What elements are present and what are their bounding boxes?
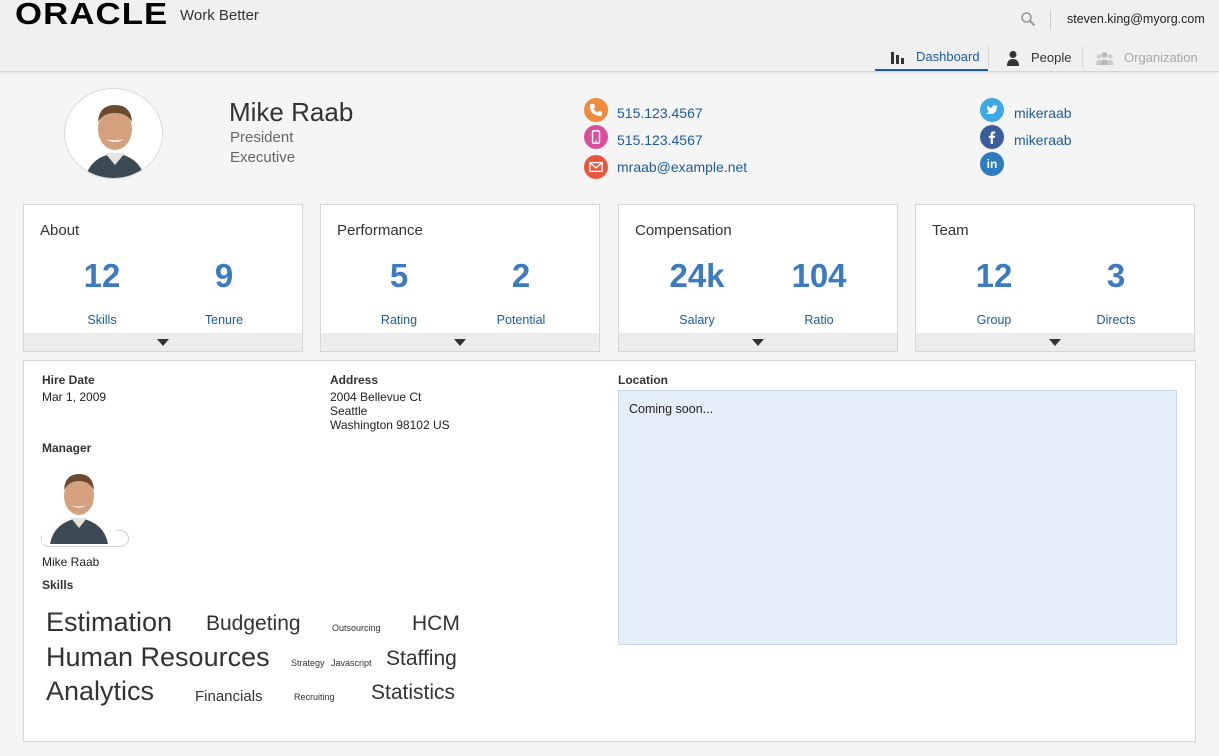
metric-label[interactable]: Group [934, 313, 1054, 327]
linkedin-icon[interactable]: in [980, 152, 1004, 176]
phone-icon [584, 98, 608, 122]
tab-dashboard[interactable]: Dashboard [875, 44, 988, 71]
skill-tag[interactable]: Javascript [331, 658, 372, 668]
skill-tag[interactable]: Statistics [371, 681, 455, 705]
team-card: Team 12 3 Group Directs [915, 204, 1195, 352]
card-title: About [40, 222, 80, 239]
metric-label[interactable]: Salary [637, 313, 757, 327]
expand-button[interactable] [24, 333, 302, 351]
profile-title: President [230, 129, 294, 146]
metric-value[interactable]: 12 [934, 257, 1054, 295]
metric-label[interactable]: Directs [1056, 313, 1176, 327]
profile-avatar [64, 88, 163, 179]
person-icon [1007, 50, 1019, 66]
caret-down-icon [1049, 338, 1061, 346]
metric-label[interactable]: Potential [461, 313, 581, 327]
metric-label[interactable]: Skills [42, 313, 162, 327]
metric-value[interactable]: 104 [759, 257, 879, 295]
phone-link[interactable]: 515.123.4567 [617, 105, 703, 121]
email-icon [584, 155, 608, 179]
caret-down-icon [454, 338, 466, 346]
tab-dashboard-label: Dashboard [916, 49, 980, 64]
skill-tag[interactable]: Analytics [46, 676, 154, 707]
oracle-logo[interactable]: ORACLE [15, 0, 168, 32]
hire-date-value: Mar 1, 2009 [42, 390, 107, 404]
address-line: Washington 98102 US [330, 418, 450, 432]
card-title: Compensation [635, 222, 732, 239]
header-divider [1050, 10, 1051, 30]
metric-label[interactable]: Tenure [164, 313, 284, 327]
mobile-link[interactable]: 515.123.4567 [617, 132, 703, 148]
tab-people-label: People [1031, 50, 1072, 65]
facebook-icon [980, 125, 1004, 149]
address-line: Seattle [330, 404, 368, 418]
metric-label[interactable]: Ratio [759, 313, 879, 327]
skill-tag[interactable]: Outsourcing [332, 623, 381, 633]
facebook-link[interactable]: mikeraab [1014, 132, 1072, 148]
hire-date-label: Hire Date [42, 373, 95, 387]
tab-people[interactable]: People [1005, 44, 1071, 71]
location-map: Coming soon... [618, 390, 1177, 645]
app-header: ORACLE Work Better steven.king@myorg.com… [0, 0, 1219, 72]
tab-organization-label: Organization [1124, 50, 1198, 65]
twitter-icon [980, 98, 1004, 122]
metric-value[interactable]: 24k [637, 257, 757, 295]
compensation-card: Compensation 24k 104 Salary Ratio [618, 204, 898, 352]
tagline: Work Better [180, 7, 259, 24]
metric-value[interactable]: 3 [1056, 257, 1176, 295]
search-icon[interactable] [1020, 11, 1036, 27]
skills-label: Skills [42, 578, 74, 592]
metric-value[interactable]: 5 [339, 257, 459, 295]
caret-down-icon [157, 338, 169, 346]
skill-tag[interactable]: Recruiting [294, 692, 335, 702]
nav-divider [1082, 46, 1083, 68]
bar-chart-icon [891, 51, 904, 64]
skill-tag[interactable]: Estimation [46, 607, 172, 638]
location-label: Location [618, 373, 668, 387]
profile-name: Mike Raab [229, 97, 354, 127]
metric-value[interactable]: 12 [42, 257, 162, 295]
skill-tag[interactable]: Staffing [386, 647, 457, 671]
person-photo-icon [65, 89, 162, 178]
user-menu[interactable]: steven.king@myorg.com [1067, 12, 1205, 26]
manager-avatar[interactable] [42, 458, 116, 544]
manager-name[interactable]: Mike Raab [42, 555, 99, 569]
person-photo-icon [42, 458, 116, 544]
twitter-link[interactable]: mikeraab [1014, 105, 1072, 121]
skill-tag[interactable]: HCM [412, 612, 460, 636]
caret-down-icon [752, 338, 764, 346]
metric-label[interactable]: Rating [339, 313, 459, 327]
card-title: Performance [337, 222, 423, 239]
details-panel: Hire Date Mar 1, 2009 Address 2004 Belle… [23, 360, 1196, 742]
group-icon [1095, 51, 1114, 65]
skill-tag[interactable]: Budgeting [206, 612, 301, 636]
metric-value[interactable]: 9 [164, 257, 284, 295]
tab-organization: Organization [1095, 44, 1198, 71]
email-link[interactable]: mraab@example.net [617, 159, 747, 175]
mobile-icon [584, 125, 608, 149]
skill-tag[interactable]: Human Resources [46, 642, 270, 673]
expand-button[interactable] [916, 333, 1194, 351]
expand-button[interactable] [619, 333, 897, 351]
about-card: About 12 9 Skills Tenure [23, 204, 303, 352]
address-label: Address [330, 373, 379, 387]
expand-button[interactable] [321, 333, 599, 351]
profile-level: Executive [230, 149, 296, 166]
nav-divider [988, 46, 989, 68]
metric-value[interactable]: 2 [461, 257, 581, 295]
card-title: Team [932, 222, 969, 239]
address-line: 2004 Bellevue Ct [330, 390, 422, 404]
skill-tag[interactable]: Strategy [291, 658, 325, 668]
skill-tag[interactable]: Financials [195, 688, 263, 705]
performance-card: Performance 5 2 Rating Potential [320, 204, 600, 352]
manager-label: Manager [42, 441, 92, 455]
location-placeholder: Coming soon... [629, 402, 714, 416]
